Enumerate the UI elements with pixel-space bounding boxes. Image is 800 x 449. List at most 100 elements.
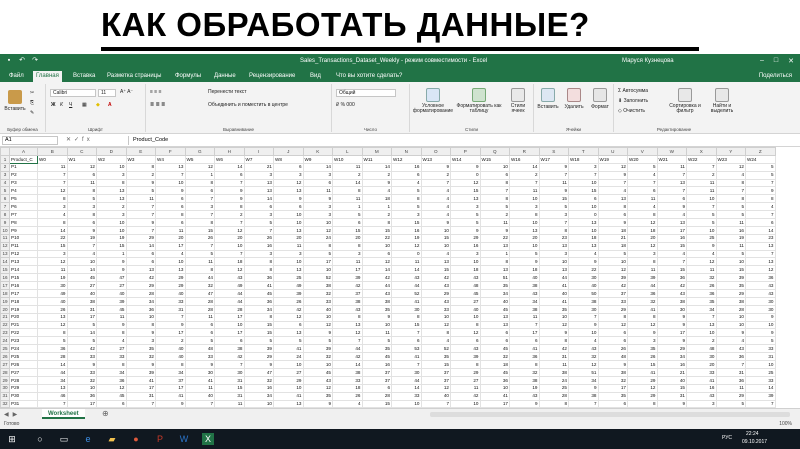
cell[interactable]: 8: [66, 186, 97, 196]
cell[interactable]: 12: [450, 178, 481, 188]
cell[interactable]: 2: [214, 210, 245, 220]
cell[interactable]: 9: [745, 312, 776, 322]
cell[interactable]: 35: [479, 281, 510, 291]
cell[interactable]: 25: [686, 233, 717, 243]
cell[interactable]: 35: [627, 344, 658, 354]
cell[interactable]: 7: [715, 360, 746, 369]
cell[interactable]: W20: [627, 154, 658, 164]
cell[interactable]: 4: [656, 249, 687, 259]
cell[interactable]: 10: [66, 257, 97, 267]
cell[interactable]: P20: [9, 312, 38, 322]
cell[interactable]: W4: [155, 154, 186, 164]
cell[interactable]: 13: [479, 265, 510, 275]
sheet-nav-icons[interactable]: ◀▶: [4, 411, 21, 418]
cell[interactable]: 10: [450, 257, 481, 267]
cell[interactable]: 43: [745, 281, 776, 291]
cell[interactable]: 5: [184, 336, 215, 346]
cell[interactable]: 28: [37, 352, 68, 362]
cell[interactable]: 6: [479, 170, 510, 180]
cell[interactable]: 38: [715, 296, 746, 306]
cell[interactable]: 43: [450, 344, 481, 354]
cell[interactable]: 8: [37, 194, 68, 204]
cell[interactable]: 48: [450, 281, 481, 291]
cell[interactable]: 16: [656, 233, 687, 243]
cell[interactable]: 9: [656, 202, 687, 212]
row-header[interactable]: 9: [0, 218, 10, 227]
cell[interactable]: 8: [745, 194, 776, 204]
cell[interactable]: 9: [302, 399, 333, 408]
cell[interactable]: 51: [568, 367, 599, 377]
cell[interactable]: 29: [420, 289, 451, 298]
row-header[interactable]: 30: [0, 383, 10, 393]
cell[interactable]: 7: [214, 218, 245, 227]
edge-icon[interactable]: e: [82, 433, 94, 445]
cell[interactable]: 30: [184, 367, 215, 377]
cell[interactable]: 10: [273, 383, 304, 393]
powerpoint-icon[interactable]: P: [154, 433, 166, 445]
cell[interactable]: 17: [656, 328, 687, 338]
cell[interactable]: 13: [243, 178, 274, 188]
cell[interactable]: 29: [450, 367, 481, 377]
cell[interactable]: 14: [361, 265, 392, 275]
cell[interactable]: 15: [243, 328, 274, 338]
cell[interactable]: 8: [715, 194, 746, 204]
cell[interactable]: 41: [391, 296, 422, 306]
cell[interactable]: 18: [597, 225, 628, 235]
cell[interactable]: Product_C: [9, 154, 38, 164]
cell[interactable]: 29: [627, 391, 658, 401]
cell[interactable]: 41: [627, 304, 658, 314]
row-header[interactable]: 1: [0, 154, 10, 164]
cell[interactable]: 29: [155, 273, 186, 283]
cell[interactable]: 13: [273, 225, 304, 235]
cell[interactable]: 29: [715, 289, 746, 298]
cell[interactable]: 17: [155, 241, 186, 251]
cell[interactable]: 33: [686, 367, 717, 377]
cell[interactable]: 14: [509, 162, 540, 172]
cell[interactable]: 31: [214, 375, 245, 385]
cell[interactable]: 19: [96, 233, 127, 243]
cell[interactable]: 10: [155, 257, 186, 267]
cell[interactable]: 9: [125, 328, 156, 338]
cell[interactable]: 7: [243, 225, 274, 235]
cell[interactable]: 40: [568, 281, 599, 291]
cell[interactable]: 7: [686, 202, 717, 212]
cell[interactable]: 7: [391, 360, 422, 369]
cell[interactable]: 13: [332, 320, 363, 330]
row-header[interactable]: 14: [0, 257, 10, 267]
cell[interactable]: 7: [656, 186, 687, 196]
cell[interactable]: 26: [627, 352, 658, 362]
cell[interactable]: 9: [155, 399, 186, 408]
cell[interactable]: 13: [538, 265, 569, 275]
cell[interactable]: 7: [420, 399, 451, 408]
cell[interactable]: 9: [745, 328, 776, 338]
cell[interactable]: 1: [479, 249, 510, 259]
cell[interactable]: 31: [66, 304, 97, 314]
column-header[interactable]: Z: [745, 147, 776, 156]
cell[interactable]: 0: [568, 210, 599, 220]
cell[interactable]: 4: [332, 399, 363, 408]
cell[interactable]: 9: [302, 194, 333, 204]
column-header[interactable]: X: [686, 147, 717, 156]
cell[interactable]: W19: [597, 154, 628, 164]
cell[interactable]: 12: [627, 218, 658, 227]
cell[interactable]: 5: [745, 336, 776, 346]
cell[interactable]: 8: [332, 312, 363, 322]
cell[interactable]: P3: [9, 178, 38, 188]
cell[interactable]: 11: [686, 186, 717, 196]
cell[interactable]: 12: [391, 241, 422, 251]
cell[interactable]: 18: [214, 257, 245, 267]
column-header[interactable]: T: [568, 147, 599, 156]
column-header[interactable]: E: [125, 147, 156, 156]
cell[interactable]: 15: [450, 186, 481, 196]
cell[interactable]: 36: [243, 296, 274, 306]
redo-icon[interactable]: ↷: [31, 57, 39, 65]
cell[interactable]: 6: [273, 162, 304, 172]
cell[interactable]: 4: [597, 186, 628, 196]
cell[interactable]: 16: [391, 162, 422, 172]
cell[interactable]: 8: [538, 225, 569, 235]
cell[interactable]: 13: [745, 241, 776, 251]
cell[interactable]: 9: [450, 225, 481, 235]
cell[interactable]: 8: [184, 218, 215, 227]
cell[interactable]: 14: [66, 328, 97, 338]
row-header[interactable]: 12: [0, 241, 10, 251]
